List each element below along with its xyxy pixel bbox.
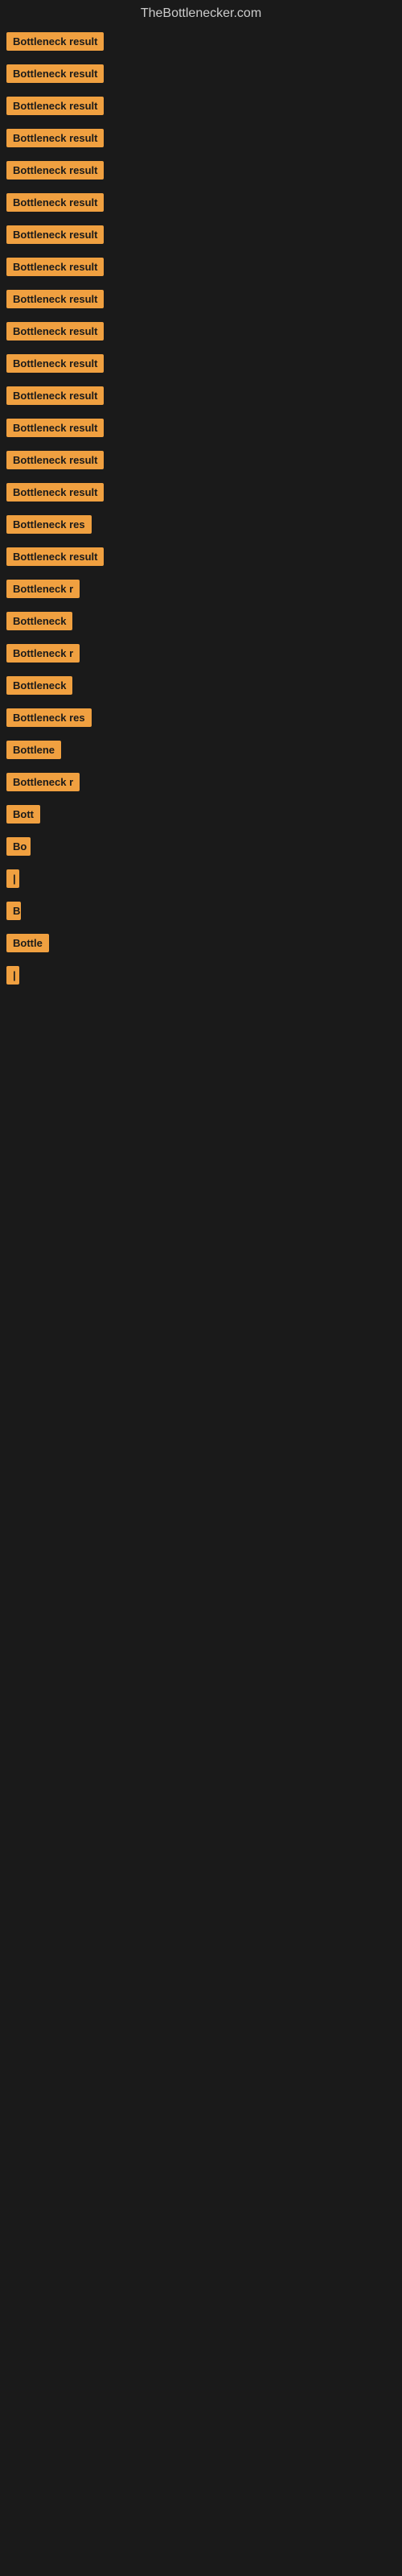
bottleneck-badge[interactable]: Bottleneck r	[6, 773, 80, 791]
bottleneck-badge[interactable]: Bottleneck result	[6, 386, 104, 405]
bottleneck-row[interactable]: Bo	[0, 832, 402, 865]
bottleneck-badge[interactable]: Bottleneck res	[6, 515, 92, 534]
bottleneck-row[interactable]: Bottleneck result	[0, 317, 402, 349]
bottleneck-row[interactable]: Bott	[0, 800, 402, 832]
site-title: TheBottlenecker.com	[0, 0, 402, 27]
bottleneck-badge[interactable]: Bottleneck result	[6, 322, 104, 341]
bottleneck-badge[interactable]: Bottleneck res	[6, 708, 92, 727]
bottleneck-badge[interactable]: Bottleneck	[6, 612, 72, 630]
bottleneck-row[interactable]: Bottleneck result	[0, 221, 402, 253]
bottleneck-row[interactable]: Bottlene	[0, 736, 402, 768]
bottleneck-badge[interactable]: |	[6, 869, 19, 888]
bottleneck-row[interactable]: Bottleneck result	[0, 414, 402, 446]
bottleneck-badge[interactable]: |	[6, 966, 19, 985]
bottleneck-badge[interactable]: Bottleneck result	[6, 193, 104, 212]
bottleneck-row[interactable]: Bottleneck result	[0, 478, 402, 510]
bottleneck-row[interactable]: Bottleneck r	[0, 575, 402, 607]
bottleneck-badge[interactable]: Bottleneck	[6, 676, 72, 695]
bottleneck-badge[interactable]: Bottleneck result	[6, 290, 104, 308]
bottleneck-row[interactable]: Bottleneck	[0, 607, 402, 639]
bottleneck-row[interactable]: Bottleneck result	[0, 285, 402, 317]
bottleneck-badge[interactable]: Bottleneck result	[6, 32, 104, 51]
bottleneck-row[interactable]: Bottleneck result	[0, 349, 402, 382]
bottleneck-row[interactable]: Bottleneck res	[0, 510, 402, 543]
bottleneck-badge[interactable]: Bottleneck result	[6, 419, 104, 437]
bottleneck-row[interactable]: Bottleneck result	[0, 188, 402, 221]
bottleneck-badge[interactable]: Bott	[6, 805, 40, 824]
bottleneck-badge[interactable]: Bottle	[6, 934, 49, 952]
bottleneck-row[interactable]: Bottleneck result	[0, 253, 402, 285]
bottleneck-badge[interactable]: Bottleneck result	[6, 225, 104, 244]
bottleneck-row[interactable]: Bottleneck result	[0, 543, 402, 575]
bottleneck-row[interactable]: B	[0, 897, 402, 929]
bottleneck-badge[interactable]: Bottleneck r	[6, 644, 80, 663]
bottleneck-badge[interactable]: Bottleneck result	[6, 451, 104, 469]
bottleneck-badge[interactable]: Bottleneck result	[6, 354, 104, 373]
bottleneck-row[interactable]: Bottleneck res	[0, 704, 402, 736]
bottleneck-badge[interactable]: Bo	[6, 837, 31, 856]
bottleneck-row[interactable]: Bottleneck result	[0, 124, 402, 156]
bottleneck-row[interactable]: Bottleneck r	[0, 639, 402, 671]
bottleneck-row[interactable]: Bottleneck result	[0, 92, 402, 124]
bottleneck-row[interactable]: Bottleneck result	[0, 382, 402, 414]
bottleneck-badge[interactable]: B	[6, 902, 21, 920]
bottleneck-row[interactable]: Bottleneck result	[0, 156, 402, 188]
bottleneck-badge[interactable]: Bottleneck r	[6, 580, 80, 598]
bottleneck-row[interactable]: Bottleneck result	[0, 446, 402, 478]
bottleneck-row[interactable]: |	[0, 961, 402, 993]
bottleneck-badge[interactable]: Bottleneck result	[6, 64, 104, 83]
bottleneck-row[interactable]: Bottleneck r	[0, 768, 402, 800]
bottleneck-badge[interactable]: Bottleneck result	[6, 547, 104, 566]
bottleneck-badge[interactable]: Bottleneck result	[6, 161, 104, 180]
bottleneck-row[interactable]: Bottleneck	[0, 671, 402, 704]
bottleneck-badge[interactable]: Bottleneck result	[6, 97, 104, 115]
bottleneck-row[interactable]: Bottleneck result	[0, 60, 402, 92]
bottleneck-row[interactable]: Bottle	[0, 929, 402, 961]
bottleneck-badge[interactable]: Bottleneck result	[6, 129, 104, 147]
bottleneck-row[interactable]: |	[0, 865, 402, 897]
bottleneck-row[interactable]: Bottleneck result	[0, 27, 402, 60]
bottleneck-badge[interactable]: Bottleneck result	[6, 258, 104, 276]
bottleneck-badge[interactable]: Bottlene	[6, 741, 61, 759]
bottleneck-badge[interactable]: Bottleneck result	[6, 483, 104, 502]
